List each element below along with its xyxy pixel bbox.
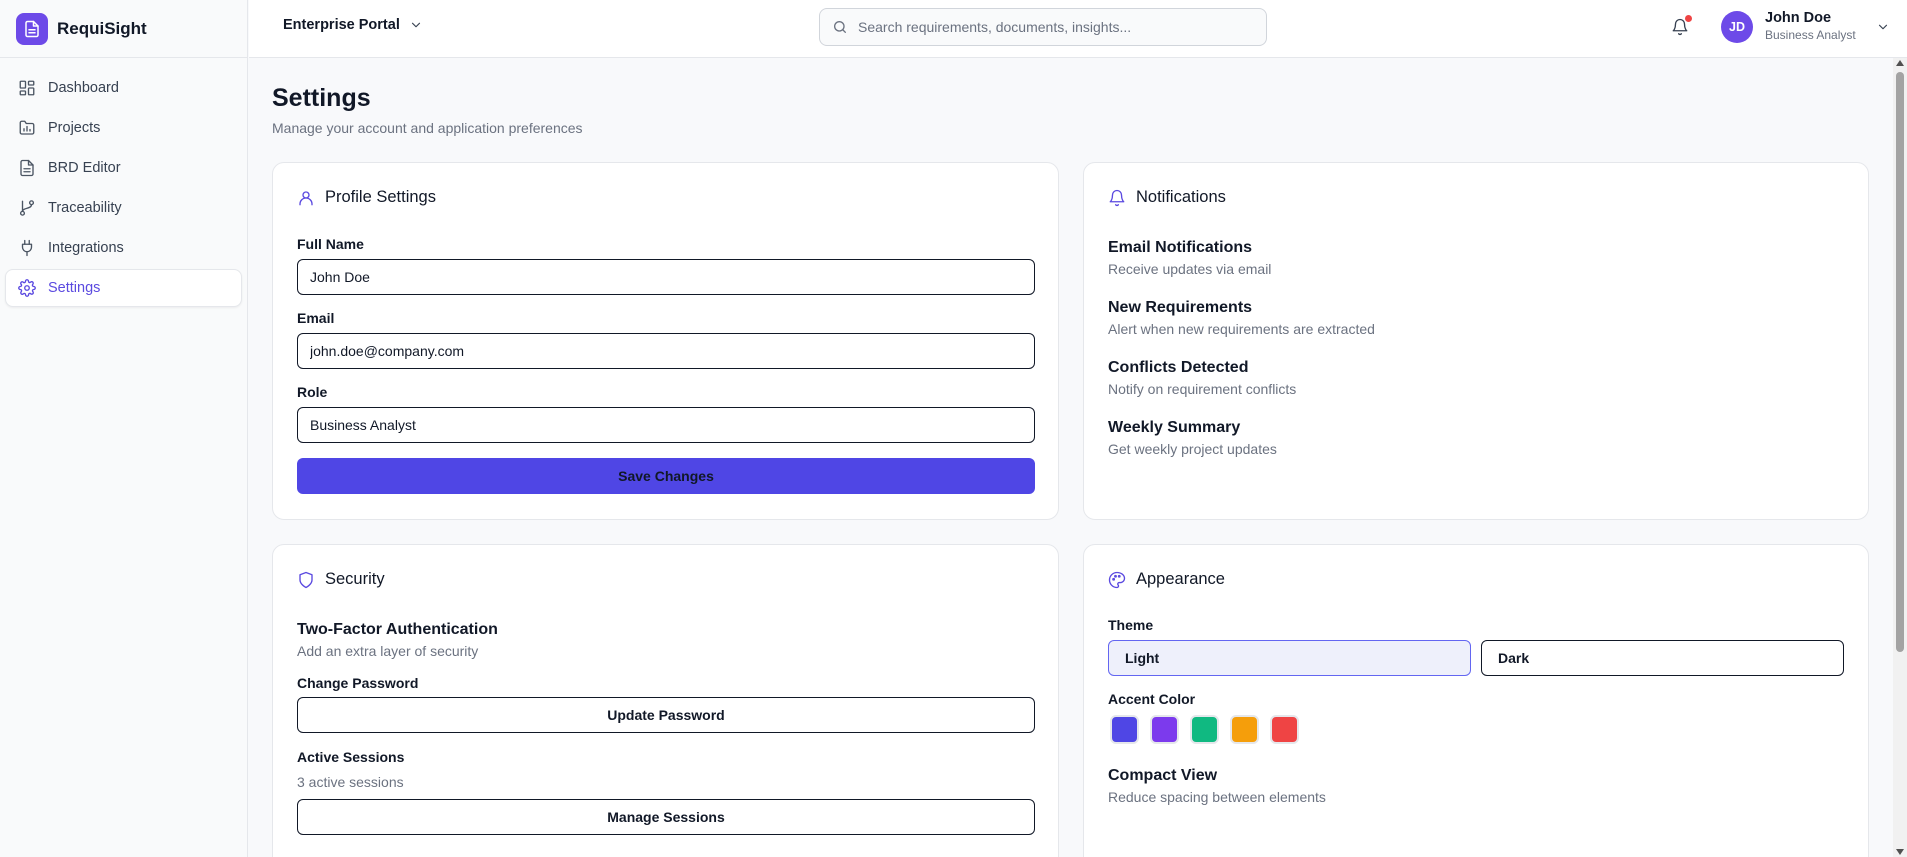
security-card: Security Two-Factor Authentication Add a… bbox=[272, 544, 1059, 857]
weekly-summary-title: Weekly Summary bbox=[1108, 419, 1241, 436]
bell-icon bbox=[1109, 189, 1125, 206]
sidebar-item-settings[interactable]: Settings bbox=[5, 269, 242, 307]
accent-swatch-amber[interactable] bbox=[1230, 715, 1259, 744]
sidebar-item-label: Projects bbox=[48, 120, 101, 136]
page-subtitle: Manage your account and application pref… bbox=[272, 120, 583, 136]
user-role: Business Analyst bbox=[1765, 28, 1856, 42]
document-icon bbox=[20, 159, 34, 177]
theme-light-button[interactable]: Light bbox=[1108, 640, 1471, 676]
portal-name: Enterprise Portal bbox=[283, 17, 400, 33]
scroll-up-arrow-icon[interactable] bbox=[1896, 60, 1904, 66]
sidebar-item-label: BRD Editor bbox=[48, 160, 121, 176]
chevron-down-icon bbox=[411, 22, 420, 28]
compact-view-desc: Reduce spacing between elements bbox=[1108, 789, 1326, 805]
sidebar-item-label: Settings bbox=[48, 280, 101, 296]
card-title-text: Notifications bbox=[1136, 188, 1226, 206]
chevron-down-icon bbox=[1878, 24, 1887, 29]
full-name-field[interactable] bbox=[297, 259, 1035, 295]
appearance-card: Appearance Theme Light Dark Accent Color… bbox=[1083, 544, 1869, 857]
dashboard-grid-icon bbox=[19, 80, 35, 96]
sidebar: RequiSight Dashboard Projects BRD Editor… bbox=[0, 0, 248, 857]
notification-badge bbox=[1685, 15, 1692, 22]
card-title: Appearance bbox=[1108, 570, 1225, 589]
card-title-text: Security bbox=[325, 570, 385, 588]
profile-settings-card: Profile Settings Full Name Email Role Sa… bbox=[272, 162, 1059, 520]
theme-label: Theme bbox=[1108, 617, 1154, 633]
notifications-card: Notifications Email Notifications Receiv… bbox=[1083, 162, 1869, 520]
palette-icon bbox=[1108, 571, 1126, 588]
page-scrollbar[interactable] bbox=[1893, 58, 1907, 857]
search-input[interactable] bbox=[858, 19, 1258, 35]
accent-color-label: Accent Color bbox=[1108, 691, 1196, 707]
compact-view-title: Compact View bbox=[1108, 767, 1218, 784]
user-menu[interactable]: JD John Doe Business Analyst bbox=[1721, 10, 1890, 43]
manage-sessions-button[interactable]: Manage Sessions bbox=[297, 799, 1035, 835]
card-title-text: Profile Settings bbox=[325, 188, 436, 206]
sidebar-nav: Dashboard Projects BRD Editor Traceabili… bbox=[0, 58, 247, 307]
search-icon bbox=[834, 21, 846, 33]
scroll-down-arrow-icon[interactable] bbox=[1896, 849, 1904, 855]
two-factor-title: Two-Factor Authentication bbox=[297, 621, 498, 638]
portal-switcher[interactable]: Enterprise Portal bbox=[283, 17, 423, 33]
card-title-text: Appearance bbox=[1136, 570, 1225, 588]
gear-icon bbox=[18, 279, 36, 297]
accent-swatch-indigo[interactable] bbox=[1110, 715, 1139, 744]
accent-swatch-green[interactable] bbox=[1190, 715, 1219, 744]
shield-icon bbox=[299, 571, 313, 588]
weekly-summary-desc: Get weekly project updates bbox=[1108, 441, 1277, 457]
user-name: John Doe bbox=[1765, 10, 1832, 26]
two-factor-desc: Add an extra layer of security bbox=[297, 643, 479, 659]
email-notifications-title: Email Notifications bbox=[1108, 239, 1253, 256]
email-label: Email bbox=[297, 310, 335, 326]
active-sessions-label: Active Sessions bbox=[297, 749, 405, 765]
brand-name: RequiSight bbox=[57, 18, 147, 38]
avatar: JD bbox=[1721, 10, 1753, 43]
brand[interactable]: RequiSight bbox=[0, 0, 247, 58]
role-label: Role bbox=[297, 384, 328, 400]
update-password-button[interactable]: Update Password bbox=[297, 697, 1035, 733]
card-title: Profile Settings bbox=[297, 188, 436, 207]
new-requirements-title: New Requirements bbox=[1108, 299, 1253, 316]
email-field[interactable] bbox=[297, 333, 1035, 369]
sidebar-item-label: Traceability bbox=[48, 200, 122, 216]
notifications-button[interactable] bbox=[1668, 15, 1692, 39]
change-password-label: Change Password bbox=[297, 675, 419, 691]
save-changes-button[interactable]: Save Changes bbox=[297, 458, 1035, 494]
card-title: Notifications bbox=[1108, 188, 1226, 207]
theme-dark-button[interactable]: Dark bbox=[1481, 640, 1844, 676]
full-name-label: Full Name bbox=[297, 236, 364, 252]
sidebar-item-label: Dashboard bbox=[48, 80, 119, 96]
accent-swatch-purple[interactable] bbox=[1150, 715, 1179, 744]
folder-chart-icon bbox=[19, 120, 35, 135]
document-logo-icon bbox=[16, 12, 48, 45]
accent-swatch-red[interactable] bbox=[1270, 715, 1299, 744]
role-field[interactable] bbox=[297, 407, 1035, 443]
sidebar-item-brd-editor[interactable]: BRD Editor bbox=[5, 149, 242, 187]
page-title: Settings bbox=[272, 84, 371, 112]
user-icon bbox=[299, 190, 313, 205]
sidebar-item-dashboard[interactable]: Dashboard bbox=[5, 69, 242, 107]
card-title: Security bbox=[297, 570, 385, 589]
conflicts-detected-title: Conflicts Detected bbox=[1108, 359, 1249, 376]
search-bar bbox=[819, 8, 1267, 46]
scroll-thumb[interactable] bbox=[1896, 72, 1904, 652]
new-requirements-desc: Alert when new requirements are extracte… bbox=[1108, 321, 1375, 337]
conflicts-detected-desc: Notify on requirement conflicts bbox=[1108, 381, 1297, 397]
sidebar-item-label: Integrations bbox=[48, 240, 124, 256]
plug-icon bbox=[21, 239, 33, 257]
email-notifications-desc: Receive updates via email bbox=[1108, 261, 1272, 277]
sidebar-item-traceability[interactable]: Traceability bbox=[5, 189, 242, 227]
sidebar-item-integrations[interactable]: Integrations bbox=[5, 229, 242, 267]
sidebar-item-projects[interactable]: Projects bbox=[5, 109, 242, 147]
main-content: Settings Manage your account and applica… bbox=[272, 58, 1869, 857]
top-header: Enterprise Portal JD John Doe Business A… bbox=[249, 0, 1907, 58]
git-branch-icon bbox=[19, 200, 35, 216]
user-info: John Doe Business Analyst bbox=[1765, 10, 1856, 43]
active-sessions-count: 3 active sessions bbox=[297, 774, 404, 790]
